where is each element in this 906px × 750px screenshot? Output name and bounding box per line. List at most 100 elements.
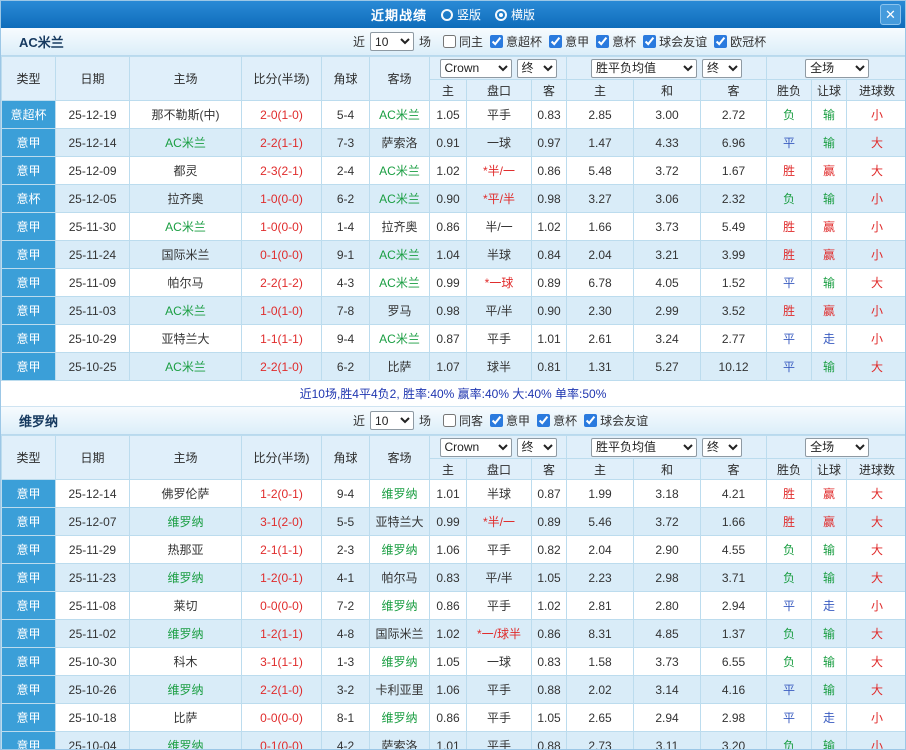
col-type: 类型 [2, 57, 56, 101]
radio-unselected-icon[interactable] [441, 9, 453, 21]
col-avg-draw: 和 [634, 80, 701, 101]
result-outcome: 负 [767, 101, 812, 129]
scope-select[interactable]: 全场 [805, 59, 869, 78]
handicap-line: 平手 [467, 732, 532, 750]
competition-filter[interactable]: 欧冠杯 [714, 33, 766, 50]
competition-filter[interactable]: 意杯 [596, 33, 636, 50]
odds-final-select[interactable]: 终 [517, 59, 557, 78]
result-handicap: 输 [812, 648, 847, 676]
away-team-name: 萨索洛 [370, 129, 430, 157]
filter-checkbox[interactable] [643, 35, 656, 48]
avg-home-value: 2.73 [567, 732, 634, 750]
handicap-line: 平手 [467, 101, 532, 129]
competition-filter[interactable]: 同主 [443, 33, 483, 50]
match-date: 25-11-09 [56, 269, 130, 297]
col-avg-draw: 和 [634, 459, 701, 480]
match-row: 意超杯25-12-19那不勒斯(中)2-0(1-0)5-4AC米兰1.05平手0… [2, 101, 906, 129]
odds-home-value: 1.02 [430, 157, 467, 185]
match-row: 意甲25-10-25AC米兰2-2(1-0)6-2比萨1.07球半0.811.3… [2, 353, 906, 381]
filter-checkbox[interactable] [490, 35, 503, 48]
competition-filter[interactable]: 球会友谊 [643, 33, 707, 50]
home-team-name: AC米兰 [130, 213, 242, 241]
avg-away-value: 6.55 [701, 648, 767, 676]
avg-odds-select[interactable]: 胜平负均值 [591, 59, 697, 78]
home-team-name: 维罗纳 [130, 732, 242, 750]
league-type-badge: 意甲 [2, 325, 56, 353]
avg-home-value: 5.48 [567, 157, 634, 185]
filter-checkbox[interactable] [443, 35, 456, 48]
league-type-badge: 意甲 [2, 353, 56, 381]
result-handicap: 赢 [812, 157, 847, 185]
match-score: 2-2(1-0) [242, 353, 322, 381]
handicap-line: 球半 [467, 353, 532, 381]
radio-selected-icon[interactable] [495, 9, 507, 21]
match-row: 意甲25-11-24国际米兰0-1(0-0)9-1AC米兰1.04半球0.842… [2, 241, 906, 269]
match-date: 25-12-05 [56, 185, 130, 213]
avg-draw-value: 3.21 [634, 241, 701, 269]
filter-checkbox[interactable] [490, 414, 503, 427]
competition-filter[interactable]: 意杯 [537, 412, 577, 429]
match-date: 25-10-26 [56, 676, 130, 704]
avg-away-value: 1.52 [701, 269, 767, 297]
avg-home-value: 2.04 [567, 536, 634, 564]
avg-home-value: 1.31 [567, 353, 634, 381]
avg-draw-value: 3.72 [634, 157, 701, 185]
result-outcome: 平 [767, 129, 812, 157]
col-result-handicap: 让球 [812, 80, 847, 101]
layout-option-vertical[interactable]: 竖版 [441, 6, 481, 23]
match-count-select[interactable]: 10 [370, 32, 414, 51]
odds-away-value: 0.88 [532, 732, 567, 750]
filter-label: 意杯 [612, 33, 636, 50]
match-count-select[interactable]: 10 [370, 411, 414, 430]
popup-title: 近期战绩 [371, 5, 427, 24]
layout-option-horizontal[interactable]: 横版 [495, 6, 535, 23]
avg-odds-select[interactable]: 胜平负均值 [591, 438, 697, 457]
avg-final-select[interactable]: 终 [702, 438, 742, 457]
result-outcome: 胜 [767, 213, 812, 241]
league-type-badge: 意甲 [2, 480, 56, 508]
filter-checkbox[interactable] [443, 414, 456, 427]
avg-draw-value: 3.72 [634, 508, 701, 536]
league-type-badge: 意甲 [2, 564, 56, 592]
popup-titlebar: 近期战绩 竖版 横版 ✕ [1, 1, 905, 28]
match-score: 3-1(1-1) [242, 648, 322, 676]
odds-away-value: 0.86 [532, 157, 567, 185]
filter-checkbox[interactable] [584, 414, 597, 427]
match-score: 0-1(0-0) [242, 732, 322, 750]
odds-final-select[interactable]: 终 [517, 438, 557, 457]
result-handicap: 走 [812, 325, 847, 353]
avg-home-value: 1.66 [567, 213, 634, 241]
bookmaker-select[interactable]: Crown [440, 59, 512, 78]
result-goals: 小 [847, 241, 906, 269]
competition-filter[interactable]: 意甲 [549, 33, 589, 50]
match-score: 2-1(1-1) [242, 536, 322, 564]
col-odds-away: 客 [532, 80, 567, 101]
scope-select[interactable]: 全场 [805, 438, 869, 457]
competition-filter[interactable]: 意超杯 [490, 33, 542, 50]
bookmaker-select[interactable]: Crown [440, 438, 512, 457]
avg-final-select[interactable]: 终 [702, 59, 742, 78]
filter-checkbox[interactable] [596, 35, 609, 48]
filter-checkbox[interactable] [714, 35, 727, 48]
corner-score: 2-4 [322, 157, 370, 185]
odds-away-value: 0.82 [532, 536, 567, 564]
competition-filter[interactable]: 同客 [443, 412, 483, 429]
filter-checkbox[interactable] [549, 35, 562, 48]
competition-filter[interactable]: 意甲 [490, 412, 530, 429]
avg-draw-value: 2.80 [634, 592, 701, 620]
result-goals: 小 [847, 185, 906, 213]
league-type-badge: 意甲 [2, 732, 56, 750]
home-team-name: 热那亚 [130, 536, 242, 564]
result-handicap: 输 [812, 129, 847, 157]
home-team-name: 维罗纳 [130, 508, 242, 536]
away-team-name: AC米兰 [370, 241, 430, 269]
competition-filter[interactable]: 球会友谊 [584, 412, 648, 429]
avg-away-value: 2.98 [701, 704, 767, 732]
away-team-name: 萨索洛 [370, 732, 430, 750]
corner-score: 6-2 [322, 185, 370, 213]
close-icon[interactable]: ✕ [880, 4, 901, 25]
filter-checkbox[interactable] [537, 414, 550, 427]
match-date: 25-11-08 [56, 592, 130, 620]
result-outcome: 平 [767, 676, 812, 704]
result-outcome: 负 [767, 648, 812, 676]
